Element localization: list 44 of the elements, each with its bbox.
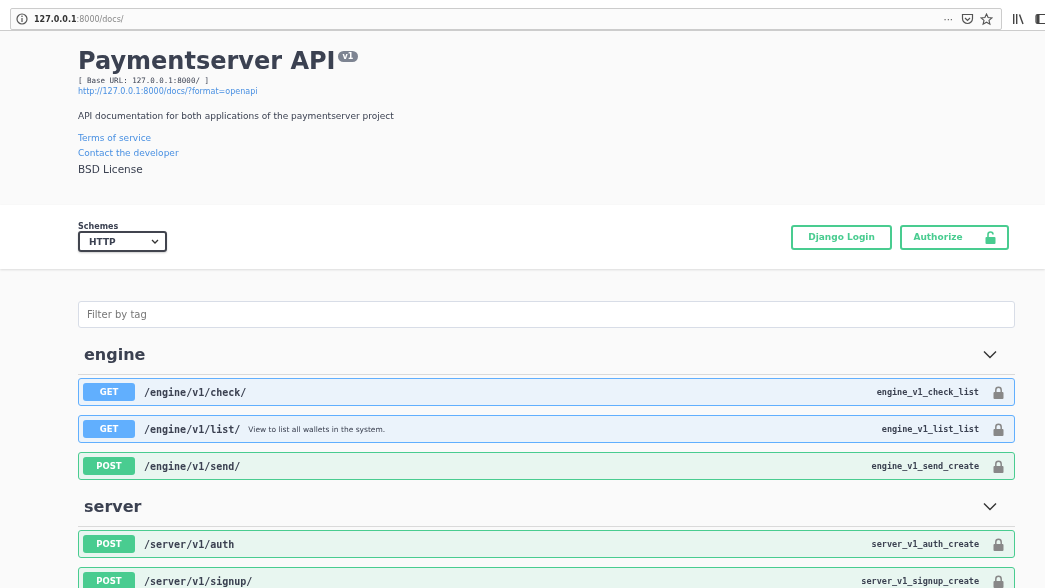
unlocked-lock-icon (984, 230, 996, 244)
library-icon[interactable] (1012, 13, 1025, 25)
address-bar[interactable]: 127.0.0.1:8000/docs/ ··· (10, 8, 1002, 30)
api-description: API documentation for both applications of the paymentserver project (78, 111, 395, 121)
operation-id: engine_v1_send_create (871, 461, 979, 471)
operation-path: /server/v1/signup/ (144, 575, 253, 587)
operation-id: engine_v1_check_list (876, 387, 979, 397)
lock-icon[interactable] (993, 459, 1004, 473)
method-badge: GET (83, 383, 135, 401)
page-actions-menu[interactable]: ··· (943, 13, 953, 25)
license-text: BSD License (78, 163, 144, 175)
url-host: 127.0.0.1 (34, 14, 77, 24)
operation-row[interactable]: GET /engine/v1/check/ engine_v1_check_list (78, 378, 1015, 406)
operation-row[interactable]: POST /server/v1/signup/ server_v1_signup_create (78, 567, 1015, 588)
method-badge: POST (83, 535, 135, 553)
info-icon[interactable] (16, 13, 28, 25)
pocket-icon[interactable] (961, 13, 974, 25)
version-badge: v1 (337, 51, 359, 62)
operation-row[interactable]: POST /server/v1/auth server_v1_auth_create (78, 530, 1015, 558)
operation-path: /engine/v1/list/ (144, 423, 241, 435)
method-badge: GET (83, 420, 135, 438)
schemes-select[interactable]: HTTP (78, 231, 167, 252)
sidebar-icon[interactable] (1035, 13, 1045, 25)
api-title: Paymentserver API (78, 47, 336, 75)
filter-field[interactable]: Filter by tag (78, 301, 1015, 328)
method-badge: POST (83, 572, 135, 588)
operation-id: server_v1_signup_create (861, 576, 979, 586)
lock-icon[interactable] (993, 574, 1004, 588)
method-badge: POST (83, 457, 135, 475)
operation-path: /engine/v1/check/ (144, 386, 247, 398)
operation-path: /engine/v1/send/ (144, 460, 241, 472)
operation-row[interactable]: POST /engine/v1/send/ engine_v1_send_create (78, 452, 1015, 480)
lock-icon[interactable] (993, 537, 1004, 551)
chevron-down-icon (151, 239, 159, 244)
operation-id: engine_v1_list_list (881, 424, 979, 434)
tag-header[interactable]: engine (78, 334, 1015, 375)
schemes-label: Schemes (78, 222, 120, 231)
lock-icon[interactable] (993, 385, 1004, 399)
url-path: :8000/docs/ (76, 14, 124, 24)
operation-path: /server/v1/auth (144, 538, 235, 550)
lock-icon[interactable] (993, 422, 1004, 436)
star-icon[interactable] (980, 12, 993, 26)
tag-header[interactable]: server (78, 486, 1015, 527)
operation-id: server_v1_auth_create (871, 539, 979, 549)
